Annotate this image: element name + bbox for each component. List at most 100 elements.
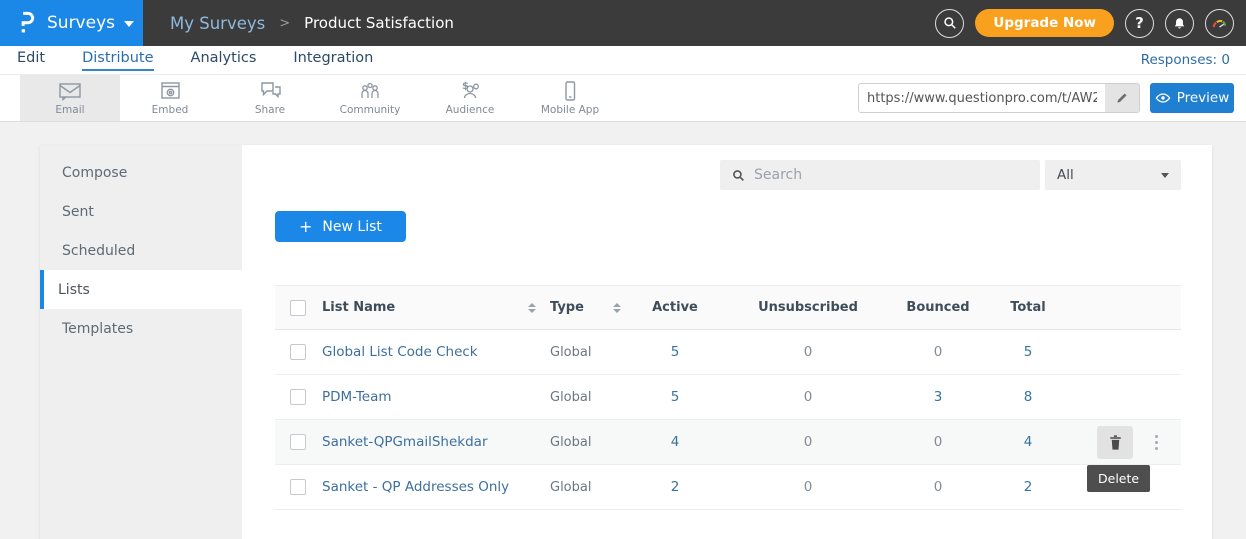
row-checkbox[interactable] <box>290 344 306 360</box>
total-count[interactable]: 5 <box>1024 344 1033 360</box>
col-header-list-name: List Name <box>322 300 395 315</box>
list-type: Global <box>550 480 591 495</box>
channel-embed[interactable]: Embed <box>120 75 220 121</box>
col-header-total: Total <box>983 300 1073 315</box>
speech-bubbles-icon <box>258 80 283 102</box>
envelope-icon <box>57 80 83 102</box>
new-list-button[interactable]: + New List <box>275 211 406 242</box>
tab-edit[interactable]: Edit <box>17 50 45 71</box>
list-name-link[interactable]: Global List Code Check <box>322 344 478 360</box>
email-distribution-panel: Compose Sent Scheduled Lists Templates A… <box>40 145 1212 539</box>
plus-icon: + <box>299 217 312 236</box>
unsubscribed-count[interactable]: 0 <box>804 344 813 360</box>
col-header-unsubscribed: Unsubscribed <box>723 300 893 315</box>
sidebar-item-sent[interactable]: Sent <box>40 192 242 231</box>
search-icon <box>732 169 745 182</box>
col-header-active: Active <box>627 300 723 315</box>
bounced-count[interactable]: 0 <box>934 479 943 495</box>
search-icon <box>943 16 957 30</box>
breadcrumb-survey-title: Product Satisfaction <box>304 14 454 32</box>
bounced-count[interactable]: 0 <box>934 434 943 450</box>
unsubscribed-count[interactable]: 0 <box>804 479 813 495</box>
list-type: Global <box>550 390 591 405</box>
list-name-link[interactable]: Sanket-QPGmailShekdar <box>322 434 488 450</box>
table-body: Global List Code Check Global 5 0 0 5 <box>275 330 1181 510</box>
total-count[interactable]: 8 <box>1024 389 1033 405</box>
help-button[interactable]: ? <box>1125 9 1154 38</box>
table-row: Global List Code Check Global 5 0 0 5 <box>275 330 1181 375</box>
unsubscribed-count[interactable]: 0 <box>804 389 813 405</box>
sort-type-icon[interactable] <box>613 303 621 313</box>
lists-content: All + New List List Name Type Active Uns <box>242 145 1212 539</box>
tab-integration[interactable]: Integration <box>293 50 373 71</box>
channel-email[interactable]: Email <box>20 75 120 121</box>
channel-label: Embed <box>152 104 189 116</box>
topbar-actions: Upgrade Now ? <box>935 0 1234 46</box>
eye-icon <box>1155 92 1171 104</box>
list-name-link[interactable]: Sanket - QP Addresses Only <box>322 479 509 495</box>
responses-count[interactable]: Responses: 0 <box>1141 52 1230 68</box>
active-count[interactable]: 4 <box>671 434 680 450</box>
col-header-bounced: Bounced <box>893 300 983 315</box>
tab-distribute[interactable]: Distribute <box>82 50 153 71</box>
total-count[interactable]: 4 <box>1024 434 1033 450</box>
tab-analytics[interactable]: Analytics <box>191 50 257 71</box>
bounced-count[interactable]: 3 <box>934 389 943 405</box>
active-count[interactable]: 2 <box>671 479 680 495</box>
browser-gear-icon <box>158 80 182 102</box>
unsubscribed-count[interactable]: 0 <box>804 434 813 450</box>
edit-url-button[interactable] <box>1105 84 1139 112</box>
channel-community[interactable]: Community <box>320 75 420 121</box>
sort-list-name-icon[interactable] <box>528 303 536 313</box>
bounced-count[interactable]: 0 <box>934 344 943 360</box>
table-row: Sanket - QP Addresses Only Global 2 0 0 … <box>275 465 1181 510</box>
channel-audience[interactable]: $ Audience <box>420 75 520 121</box>
filter-selected-value: All <box>1057 167 1161 183</box>
channel-share[interactable]: Share <box>220 75 320 121</box>
dollar-people-icon: $ <box>457 80 483 102</box>
select-all-checkbox[interactable] <box>290 300 306 316</box>
row-menu-icon[interactable] <box>1151 431 1162 454</box>
new-list-label: New List <box>322 219 381 235</box>
app-switcher[interactable]: Surveys <box>0 0 143 46</box>
sidebar-item-lists[interactable]: Lists <box>40 270 242 309</box>
breadcrumb-separator: > <box>279 16 290 31</box>
active-count[interactable]: 5 <box>671 389 680 405</box>
lists-table: List Name Type Active Unsubscribed Bounc… <box>275 285 1181 510</box>
breadcrumb-my-surveys[interactable]: My Surveys <box>170 14 265 33</box>
global-search-button[interactable] <box>935 9 964 38</box>
list-search-input[interactable] <box>754 167 1028 183</box>
row-checkbox[interactable] <box>290 479 306 495</box>
row-checkbox[interactable] <box>290 434 306 450</box>
sidebar-item-templates[interactable]: Templates <box>40 309 242 348</box>
distribute-channel-toolbar: Email Embed Share Community <box>0 75 1246 122</box>
email-sidebar: Compose Sent Scheduled Lists Templates <box>40 145 242 539</box>
list-name-link[interactable]: PDM-Team <box>322 389 392 405</box>
row-checkbox[interactable] <box>290 389 306 405</box>
account-meter-button[interactable] <box>1205 9 1234 38</box>
questionpro-logo-icon <box>15 10 38 36</box>
survey-url-input[interactable] <box>859 84 1105 112</box>
people-group-icon <box>357 80 383 102</box>
delete-list-button[interactable] <box>1097 426 1133 459</box>
smartphone-icon <box>559 80 581 102</box>
channel-label: Email <box>55 104 84 116</box>
channel-mobile-app[interactable]: Mobile App <box>520 75 620 121</box>
preview-button[interactable]: Preview <box>1150 83 1234 113</box>
upgrade-now-button[interactable]: Upgrade Now <box>975 9 1114 37</box>
list-type-filter-dropdown[interactable]: All <box>1045 160 1181 190</box>
trash-icon <box>1108 434 1123 451</box>
active-count[interactable]: 5 <box>671 344 680 360</box>
channel-label: Mobile App <box>541 104 599 116</box>
channel-label: Share <box>255 104 285 116</box>
total-count[interactable]: 2 <box>1024 479 1033 495</box>
list-type: Global <box>550 345 591 360</box>
channel-label: Audience <box>446 104 495 116</box>
table-row: PDM-Team Global 5 0 3 8 <box>275 375 1181 420</box>
notifications-button[interactable] <box>1165 9 1194 38</box>
sidebar-item-scheduled[interactable]: Scheduled <box>40 231 242 270</box>
list-type: Global <box>550 435 591 450</box>
sidebar-item-compose[interactable]: Compose <box>40 153 242 192</box>
survey-url-field <box>858 83 1140 113</box>
list-filter-row: All <box>242 160 1181 190</box>
